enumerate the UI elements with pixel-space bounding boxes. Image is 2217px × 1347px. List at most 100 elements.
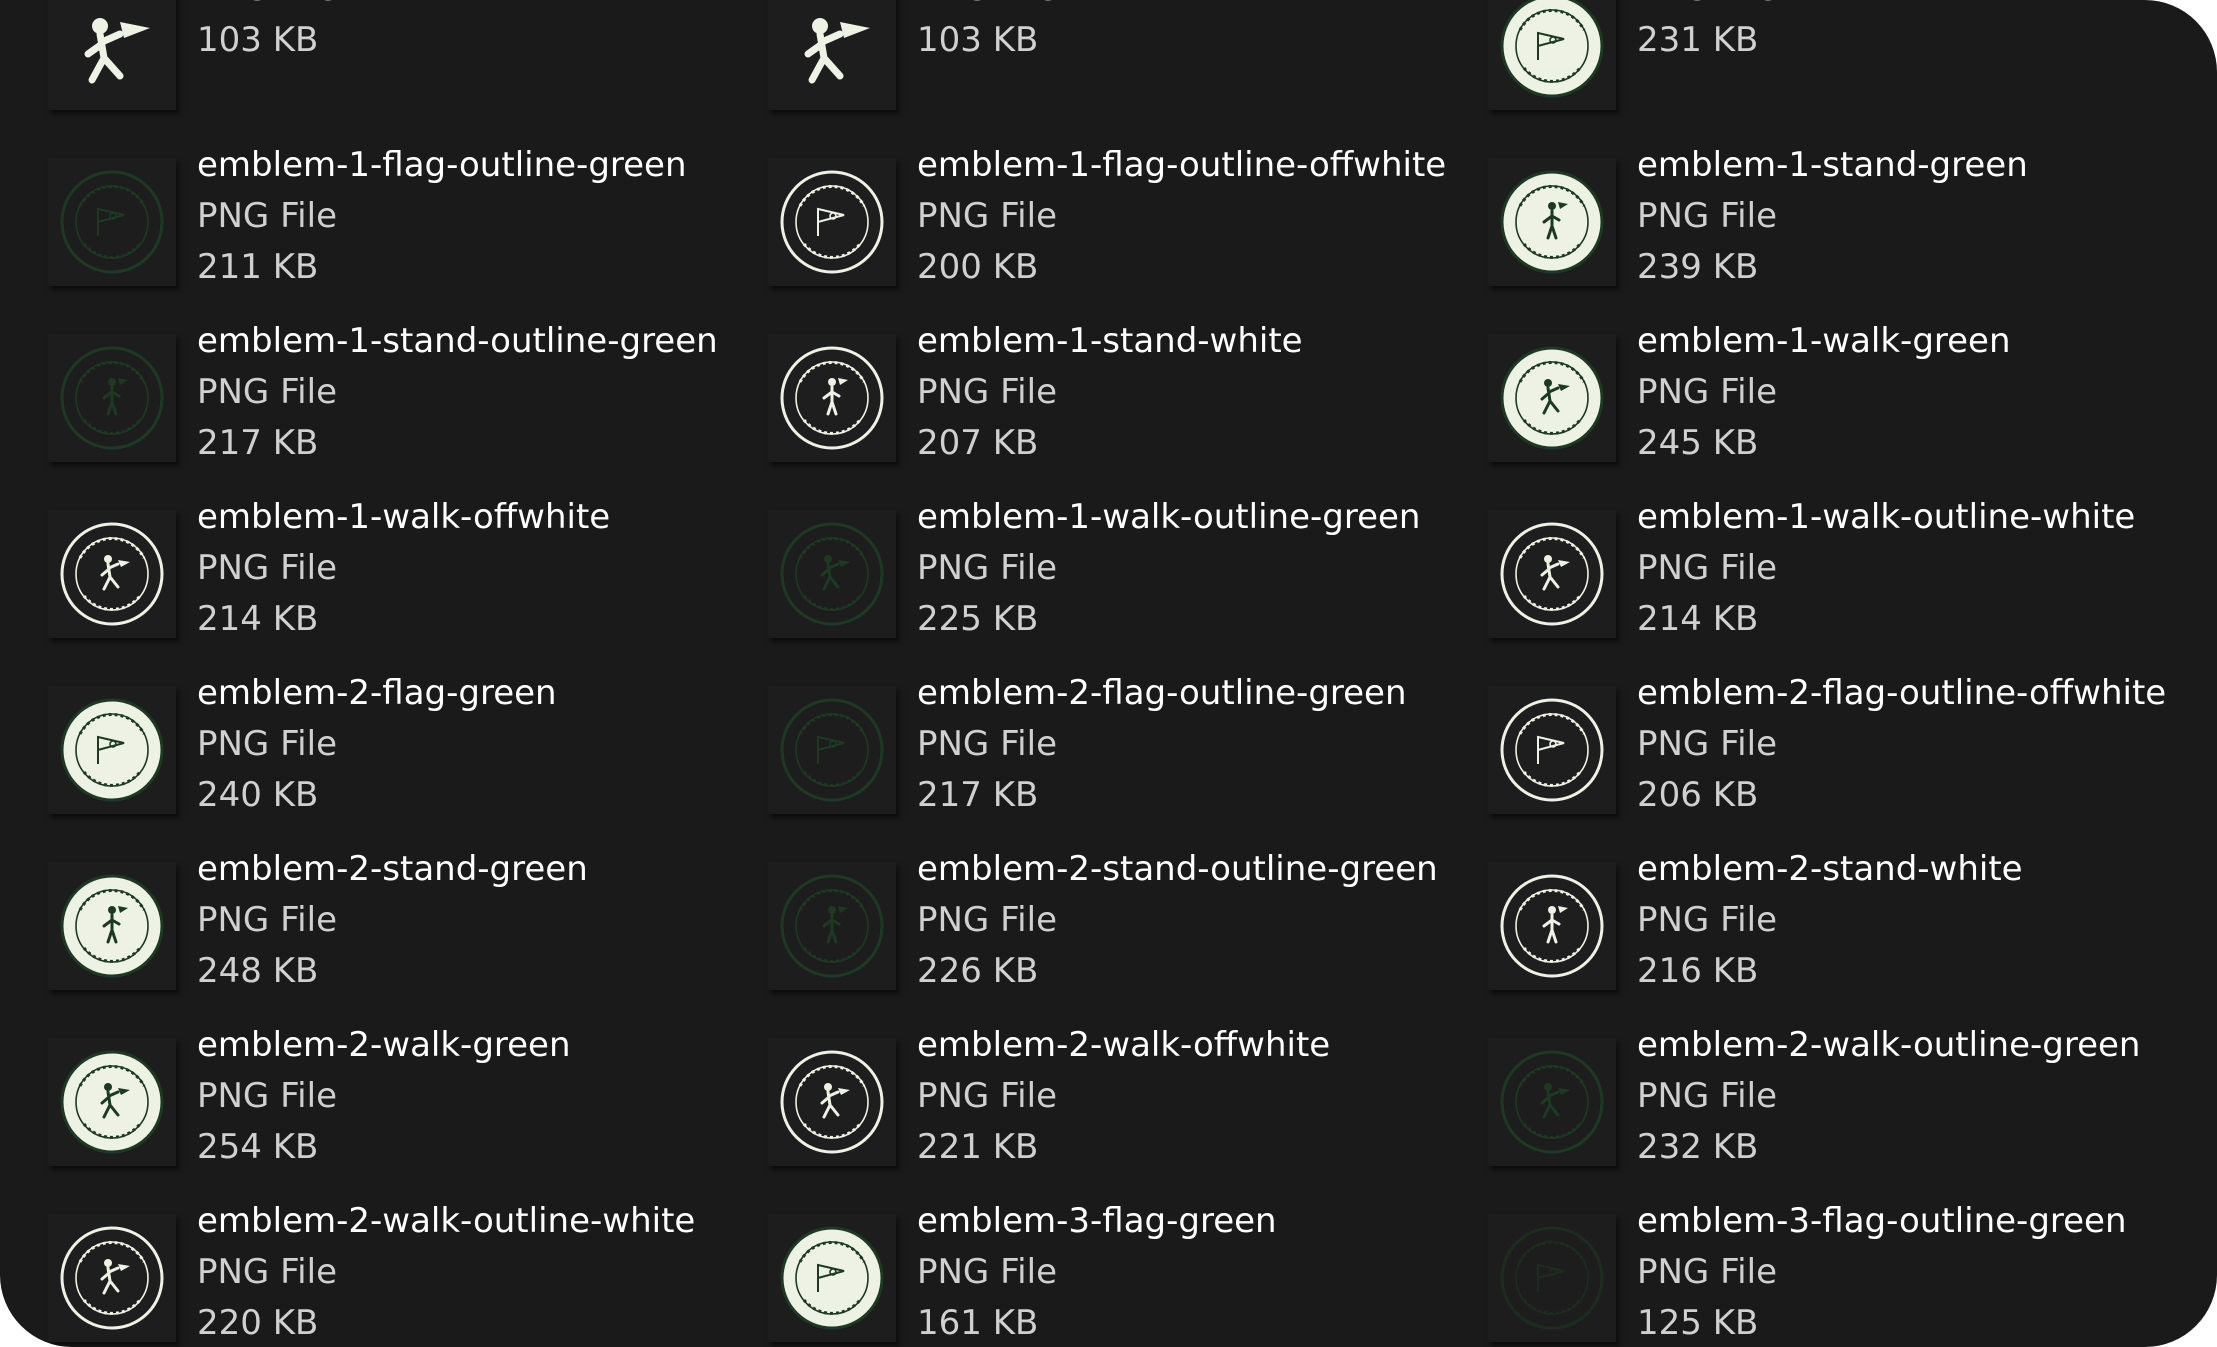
file-thumbnail[interactable] — [768, 334, 896, 462]
file-size: 214 KB — [1637, 599, 1759, 639]
walking-golfer-emblem-icon — [1500, 346, 1604, 450]
file-item[interactable]: emblem-3-flag-outline-green PNG File 125 K… — [1488, 1194, 2188, 1347]
file-item[interactable]: emblem-1-walk-offwhite PNG File 214 KB — [48, 490, 768, 666]
file-thumbnail[interactable] — [1488, 158, 1616, 286]
file-item[interactable]: emblem-2-stand-white PNG File 216 KB — [1488, 842, 2188, 1018]
file-type: PNG File — [1637, 1076, 1777, 1116]
file-type: PNG File — [917, 548, 1057, 588]
standing-golfer-emblem-icon — [1500, 874, 1604, 978]
file-thumbnail[interactable] — [1488, 510, 1616, 638]
walking-golfer-icon — [804, 18, 870, 84]
file-item[interactable]: PNG File 231 KB — [1488, 0, 2188, 138]
file-thumbnail[interactable] — [768, 158, 896, 286]
file-thumbnail[interactable] — [48, 510, 176, 638]
file-thumbnail[interactable] — [48, 0, 176, 110]
file-item[interactable]: emblem-2-walk-offwhite PNG File 221 KB — [768, 1018, 1488, 1194]
file-item[interactable]: emblem-1-walk-green PNG File 245 KB — [1488, 314, 2188, 490]
flag-emblem-icon — [60, 170, 164, 274]
file-type: PNG File — [197, 196, 337, 236]
file-thumbnail[interactable] — [48, 1214, 176, 1342]
file-item[interactable]: PNG File 103 KB — [768, 0, 1488, 138]
file-size: 200 KB — [917, 247, 1039, 287]
file-item[interactable]: emblem-3-flag-green PNG File 161 KB — [768, 1194, 1488, 1347]
file-thumbnail[interactable] — [768, 862, 896, 990]
file-type: PNG File — [1637, 196, 1777, 236]
file-name: emblem-1-walk-offwhite — [197, 497, 611, 537]
file-name: emblem-1-stand-white — [917, 321, 1303, 361]
file-thumbnail[interactable] — [1488, 1214, 1616, 1342]
file-item[interactable]: emblem-2-flag-outline-green PNG File 217 K… — [768, 666, 1488, 842]
file-item[interactable]: emblem-1-walk-outline-green PNG File 225 K… — [768, 490, 1488, 666]
file-size: 216 KB — [1637, 951, 1759, 991]
file-name: emblem-1-walk-outline-white — [1637, 497, 2136, 537]
file-thumbnail[interactable] — [1488, 1038, 1616, 1166]
file-type: PNG File — [917, 724, 1057, 764]
file-thumbnail[interactable] — [48, 862, 176, 990]
file-item[interactable]: emblem-2-stand-outline-green PNG File 226 … — [768, 842, 1488, 1018]
file-item[interactable]: emblem-1-flag-outline-offwhite PNG File 20… — [768, 138, 1488, 314]
file-thumbnail[interactable] — [768, 686, 896, 814]
file-type: PNG File — [917, 196, 1057, 236]
file-type: PNG File — [917, 372, 1057, 412]
file-item[interactable]: emblem-2-stand-green PNG File 248 KB — [48, 842, 768, 1018]
file-thumbnail[interactable] — [48, 1038, 176, 1166]
file-thumbnail[interactable] — [768, 1038, 896, 1166]
file-item[interactable]: emblem-2-flag-green PNG File 240 KB — [48, 666, 768, 842]
file-name: emblem-3-flag-green — [917, 1201, 1277, 1241]
file-thumbnail[interactable] — [1488, 686, 1616, 814]
flag-emblem-icon — [780, 170, 884, 274]
file-name: emblem-2-stand-outline-green — [917, 849, 1438, 889]
file-name: emblem-2-stand-white — [1637, 849, 2023, 889]
file-name: emblem-1-stand-green — [1637, 145, 2028, 185]
file-thumbnail[interactable] — [48, 686, 176, 814]
file-size: 232 KB — [1637, 1127, 1759, 1167]
file-item[interactable]: emblem-1-flag-outline-green PNG File 211 K… — [48, 138, 768, 314]
file-thumbnail[interactable] — [48, 334, 176, 462]
file-size: 220 KB — [197, 1303, 319, 1343]
file-size: 240 KB — [197, 775, 319, 815]
file-item[interactable]: emblem-1-stand-outline-green PNG File 217 … — [48, 314, 768, 490]
file-thumbnail[interactable] — [1488, 0, 1616, 110]
file-type: PNG File — [197, 548, 337, 588]
file-size: 125 KB — [1637, 1303, 1759, 1343]
file-thumbnail[interactable] — [48, 158, 176, 286]
file-type: PNG File — [917, 900, 1057, 940]
standing-golfer-emblem-icon — [780, 346, 884, 450]
file-item[interactable]: emblem-2-walk-outline-white PNG File 220 K… — [48, 1194, 768, 1347]
file-grid: PNG File 103 KB PNG File 103 KB PNG File 23… — [48, 0, 2188, 1347]
standing-golfer-emblem-icon — [780, 874, 884, 978]
file-item[interactable]: emblem-1-stand-white PNG File 207 KB — [768, 314, 1488, 490]
file-type: PNG File — [1637, 548, 1777, 588]
flag-emblem-icon — [780, 698, 884, 802]
file-item[interactable]: emblem-2-walk-green PNG File 254 KB — [48, 1018, 768, 1194]
file-type: PNG File — [197, 724, 337, 764]
file-size: 206 KB — [1637, 775, 1759, 815]
file-thumbnail[interactable] — [768, 0, 896, 110]
file-name: emblem-2-flag-outline-offwhite — [1637, 673, 2167, 713]
walking-golfer-emblem-icon — [780, 1050, 884, 1154]
file-item[interactable]: emblem-2-flag-outline-offwhite PNG File 20… — [1488, 666, 2188, 842]
file-explorer-content: PNG File 103 KB PNG File 103 KB PNG File 23… — [0, 0, 2217, 1347]
file-size: 214 KB — [197, 599, 319, 639]
file-type: PNG File — [1637, 724, 1777, 764]
file-name: emblem-1-flag-outline-offwhite — [917, 145, 1447, 185]
file-item[interactable]: emblem-2-walk-outline-green PNG File 232 K… — [1488, 1018, 2188, 1194]
file-size: 161 KB — [917, 1303, 1039, 1343]
walking-golfer-emblem-icon — [60, 1226, 164, 1330]
file-type: PNG File — [197, 900, 337, 940]
file-thumbnail[interactable] — [1488, 334, 1616, 462]
file-item[interactable]: PNG File 103 KB — [48, 0, 768, 138]
file-item[interactable]: emblem-1-walk-outline-white PNG File 214 K… — [1488, 490, 2188, 666]
walking-golfer-icon — [84, 18, 150, 84]
standing-golfer-emblem-icon — [60, 874, 164, 978]
standing-golfer-emblem-icon — [60, 346, 164, 450]
file-thumbnail[interactable] — [1488, 862, 1616, 990]
file-size: 217 KB — [917, 775, 1039, 815]
file-type: PNG File — [197, 0, 337, 15]
file-thumbnail[interactable] — [768, 1214, 896, 1342]
file-item[interactable]: emblem-1-stand-green PNG File 239 KB — [1488, 138, 2188, 314]
file-name: emblem-2-walk-outline-green — [1637, 1025, 2141, 1065]
file-thumbnail[interactable] — [768, 510, 896, 638]
file-size: 103 KB — [197, 20, 319, 60]
walking-golfer-emblem-icon — [1500, 1050, 1604, 1154]
